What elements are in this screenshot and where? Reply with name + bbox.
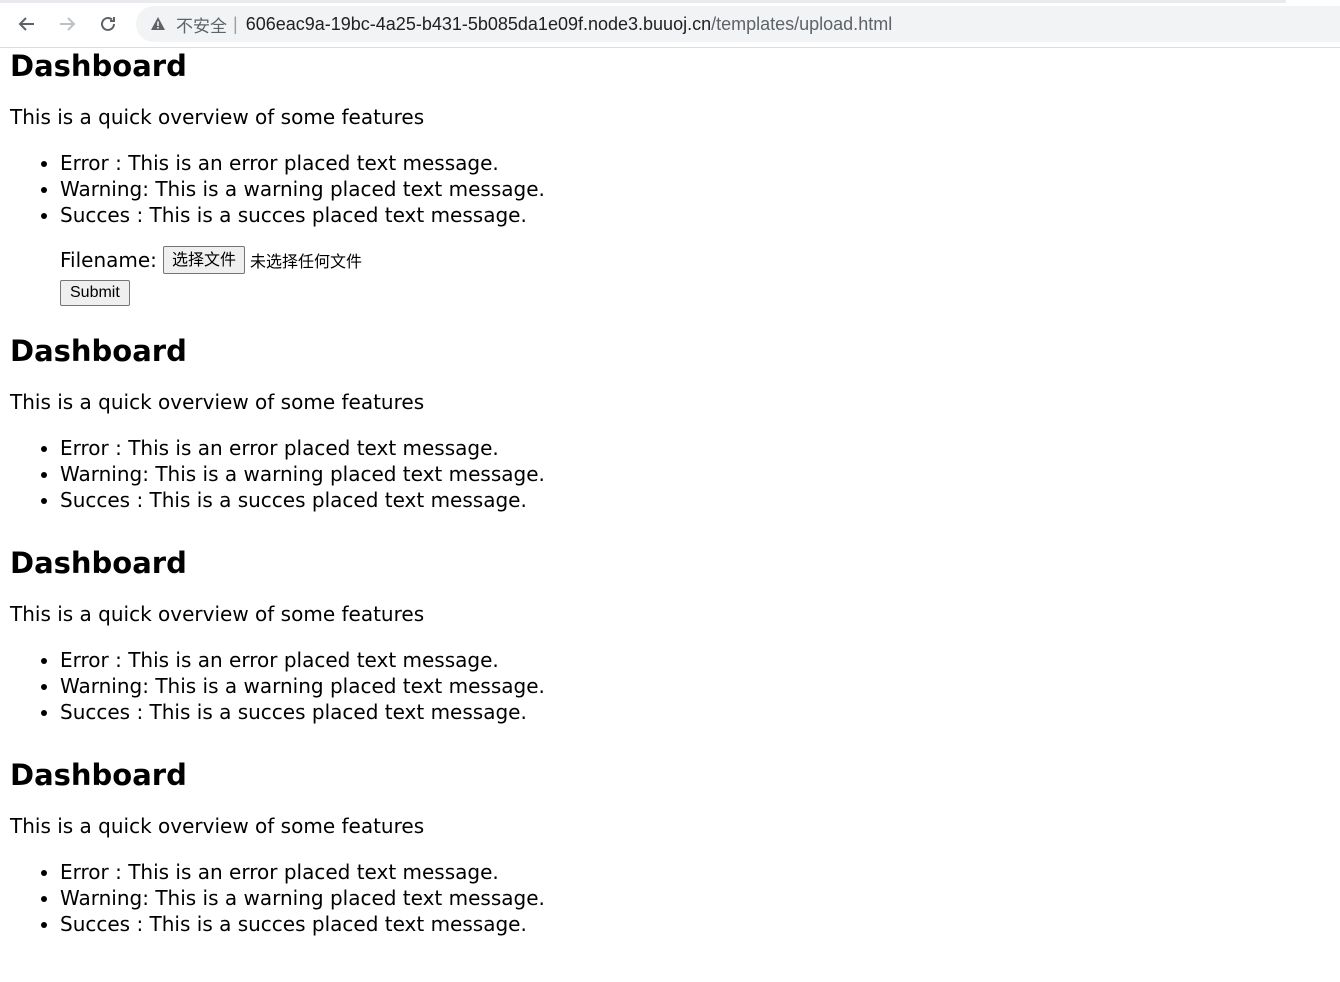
section-title: Dashboard: [10, 49, 187, 83]
page-content: Dashboard This is a quick overview of so…: [0, 48, 1340, 937]
address-bar[interactable]: 不安全 | 606eac9a-19bc-4a25-b431-5b085da1e0…: [136, 6, 1340, 42]
no-file-status: 未选择任何文件: [249, 252, 362, 271]
dashboard-section: Dashboard This is a quick overview of so…: [10, 48, 1330, 306]
warning-message: Warning: This is a warning placed text m…: [60, 673, 1330, 699]
warning-message: Warning: This is a warning placed text m…: [60, 176, 1330, 202]
upload-form: Filename: 选择文件 未选择任何文件 Submit: [60, 244, 1330, 306]
section-title: Dashboard: [10, 546, 187, 580]
success-message: Succes : This is a succes placed text me…: [60, 911, 1330, 937]
warning-message: Warning: This is a warning placed text m…: [60, 885, 1330, 911]
success-message: Succes : This is a succes placed text me…: [60, 202, 1330, 228]
browser-toolbar: 不安全 | 606eac9a-19bc-4a25-b431-5b085da1e0…: [0, 0, 1340, 48]
arrow-left-icon: [18, 17, 34, 31]
error-message: Error : This is an error placed text mes…: [60, 859, 1330, 885]
dashboard-section: Dashboard This is a quick overview of so…: [10, 333, 1330, 513]
security-status[interactable]: 不安全: [176, 12, 227, 37]
dashboard-section: Dashboard This is a quick overview of so…: [10, 757, 1330, 937]
dashboard-section: Dashboard This is a quick overview of so…: [10, 545, 1330, 725]
url-host[interactable]: 606eac9a-19bc-4a25-b431-5b085da1e09f.nod…: [246, 14, 711, 35]
submit-button[interactable]: Submit: [60, 280, 130, 306]
reload-button[interactable]: [94, 10, 122, 38]
section-lead: This is a quick overview of some feature…: [10, 105, 425, 129]
reload-icon: [101, 16, 115, 31]
forward-button[interactable]: [53, 10, 81, 38]
message-list: Error : This is an error placed text mes…: [10, 150, 1330, 228]
section-lead: This is a quick overview of some feature…: [10, 602, 425, 626]
choose-file-button[interactable]: 选择文件: [162, 246, 245, 274]
section-title: Dashboard: [10, 334, 187, 368]
success-message: Succes : This is a succes placed text me…: [60, 699, 1330, 725]
success-message: Succes : This is a succes placed text me…: [60, 487, 1330, 513]
url-separator: |: [233, 13, 238, 34]
tab-strip: [0, 0, 1286, 3]
message-list: Error : This is an error placed text mes…: [10, 647, 1330, 725]
section-lead: This is a quick overview of some feature…: [10, 814, 425, 838]
arrow-right-icon: [60, 17, 76, 31]
section-title: Dashboard: [10, 758, 187, 792]
file-row: Filename: 选择文件 未选择任何文件: [60, 244, 1330, 276]
error-message: Error : This is an error placed text mes…: [60, 647, 1330, 673]
url-path[interactable]: /templates/upload.html: [711, 14, 892, 35]
filename-label: Filename:: [60, 248, 157, 272]
error-message: Error : This is an error placed text mes…: [60, 150, 1330, 176]
section-lead: This is a quick overview of some feature…: [10, 390, 425, 414]
error-message: Error : This is an error placed text mes…: [60, 435, 1330, 461]
warning-message: Warning: This is a warning placed text m…: [60, 461, 1330, 487]
warning-icon[interactable]: [150, 16, 166, 32]
message-list: Error : This is an error placed text mes…: [10, 435, 1330, 513]
message-list: Error : This is an error placed text mes…: [10, 859, 1330, 937]
back-button[interactable]: [13, 10, 41, 38]
